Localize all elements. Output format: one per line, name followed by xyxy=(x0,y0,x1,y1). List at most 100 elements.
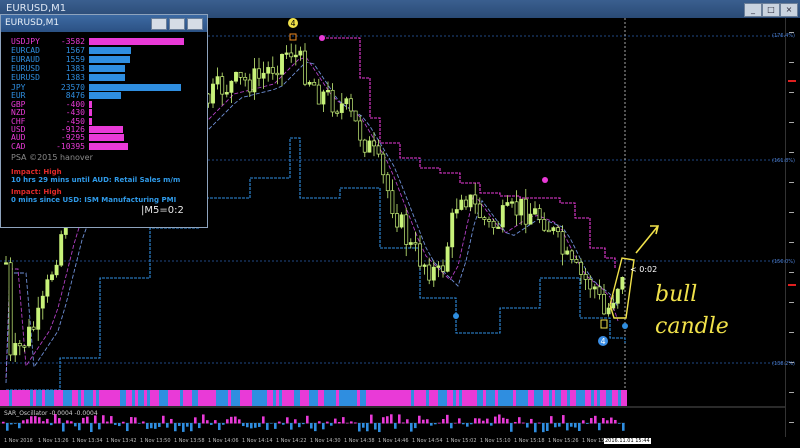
trend-band-segment xyxy=(63,390,66,406)
panel-minimize-button[interactable] xyxy=(151,18,167,30)
trend-band-segment xyxy=(549,390,552,406)
strength-bar xyxy=(89,56,130,63)
price-tick xyxy=(789,422,794,423)
trend-band-segment xyxy=(537,390,540,406)
trend-band-segment xyxy=(69,390,72,406)
currency-strength-panel[interactable]: EURUSD,M1 USDJPY -3582 EURCAD 1567 EURAUD 155… xyxy=(0,14,208,228)
trend-band-segment xyxy=(270,390,273,406)
time-label: 1 Nov 14:06 xyxy=(208,438,239,444)
trend-band-segment xyxy=(570,390,573,406)
oscillator-bar xyxy=(486,418,489,424)
oscillator-bar xyxy=(270,423,273,424)
trend-band-segment xyxy=(168,390,171,406)
trend-band-segment xyxy=(474,390,477,406)
oscillator-bar xyxy=(226,419,229,424)
trend-band-segment xyxy=(612,390,615,406)
trend-band-segment xyxy=(195,390,198,406)
maximize-button[interactable]: □ xyxy=(762,3,780,17)
time-label: 1 Nov 13:42 xyxy=(106,438,137,444)
candle-body xyxy=(293,54,298,58)
trend-band-segment xyxy=(48,390,51,406)
trend-band-segment xyxy=(468,390,471,406)
annotation-bull: bull xyxy=(655,282,698,307)
oscillator-bar xyxy=(98,423,101,430)
oscillator-bar xyxy=(230,416,233,424)
currency-name: CAD xyxy=(11,141,26,151)
oscillator-bar xyxy=(402,422,405,424)
candle-body xyxy=(367,140,372,153)
trend-band-segment xyxy=(42,390,45,406)
oscillator-bar xyxy=(114,423,117,425)
trend-band-segment xyxy=(96,390,99,406)
candle-body xyxy=(321,91,326,105)
trend-band-segment xyxy=(372,390,375,406)
trend-band-segment xyxy=(183,390,186,406)
trend-band-segment xyxy=(594,390,597,406)
trend-band-segment xyxy=(159,390,162,406)
trend-band-segment xyxy=(234,390,237,406)
candle-body xyxy=(510,201,514,204)
candle-body xyxy=(408,242,413,245)
strength-bar xyxy=(89,47,131,54)
trend-band-segment xyxy=(3,390,6,406)
trend-band-segment xyxy=(255,390,258,406)
oscillator-bar xyxy=(82,417,85,424)
oscillator-bar xyxy=(210,423,213,425)
trend-band-segment xyxy=(186,390,189,406)
oscillator-bar xyxy=(154,423,157,429)
oscillator-bar xyxy=(314,423,317,432)
oscillator-bar xyxy=(198,423,201,429)
trend-band-segment xyxy=(219,390,222,406)
oscillator-bar xyxy=(346,422,349,424)
currency-value: -10395 xyxy=(56,141,85,151)
minimize-button[interactable]: _ xyxy=(744,3,762,17)
strength-bar xyxy=(89,126,123,133)
candle-body xyxy=(505,202,510,206)
trend-band-segment xyxy=(177,390,180,406)
oscillator-bar xyxy=(506,418,509,424)
panel-close-button[interactable] xyxy=(187,18,203,30)
candle-body xyxy=(413,242,418,245)
trend-band-segment xyxy=(522,390,525,406)
oscillator-bar xyxy=(6,423,9,431)
m5-timer-label: |M5=0:2 xyxy=(141,205,184,216)
candle-body xyxy=(4,262,8,265)
time-label: 1 Nov 15:18 xyxy=(514,438,545,444)
time-label: 1 Nov 14:46 xyxy=(378,438,409,444)
oscillator-bar xyxy=(206,420,209,424)
trend-band-segment xyxy=(51,390,54,406)
oscillator-bar xyxy=(330,423,333,426)
oscillator-bar xyxy=(254,423,257,428)
oscillator-bar xyxy=(178,423,181,426)
oscillator-bar xyxy=(566,423,569,431)
oscillator-bar xyxy=(278,421,281,424)
time-label: 1 Nov 14:54 xyxy=(412,438,443,444)
candle-body xyxy=(431,266,436,281)
panel-titlebar[interactable]: EURUSD,M1 xyxy=(1,15,207,32)
candle-body xyxy=(537,208,542,220)
annotation-arrow xyxy=(635,225,660,254)
oscillator-bar xyxy=(298,423,301,428)
oscillator-bar xyxy=(358,423,361,432)
oscillator-bar xyxy=(582,420,585,424)
oscillator-bar xyxy=(222,423,225,425)
panel-maximize-button[interactable] xyxy=(169,18,185,30)
fibo-label-3: (150.0%) xyxy=(772,259,795,265)
oscillator-bar xyxy=(190,423,193,432)
candle-body xyxy=(399,214,404,228)
close-button[interactable]: × xyxy=(780,3,798,17)
trend-band-segment xyxy=(276,390,279,406)
candle-body xyxy=(496,226,501,229)
trend-band-segment xyxy=(18,390,21,406)
trend-band-segment xyxy=(180,390,183,406)
candle-body xyxy=(335,111,340,114)
trend-band-segment xyxy=(324,390,327,406)
trend-band-segment xyxy=(114,390,117,406)
trend-band-segment xyxy=(171,390,174,406)
trend-band-segment xyxy=(504,390,507,406)
trend-band-segment xyxy=(342,390,345,406)
oscillator-bar xyxy=(342,417,345,424)
trend-band-segment xyxy=(621,390,624,406)
trend-band-segment xyxy=(495,390,498,406)
trend-band-segment xyxy=(399,390,402,406)
